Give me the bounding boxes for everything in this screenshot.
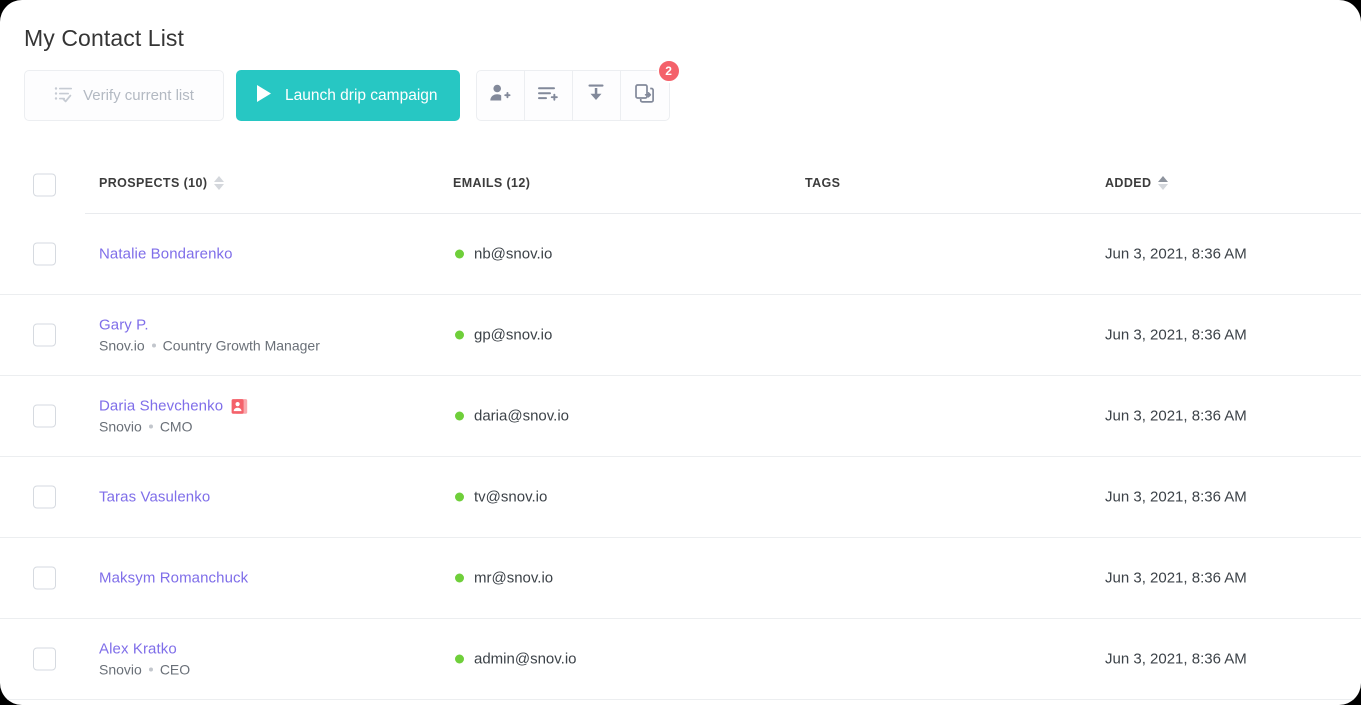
cell-email: mr@snov.io: [455, 570, 553, 587]
cell-added: Jun 3, 2021, 8:36 AM: [1105, 327, 1247, 344]
cell-prospect: Gary P. Snov.io Country Growth Manager: [99, 317, 320, 354]
separator-dot: [149, 668, 153, 672]
table-row: Gary P. Snov.io Country Growth Manager gp@s…: [0, 295, 1361, 376]
prospect-subtitle: Snovio CMO: [99, 419, 248, 435]
verify-current-list-button[interactable]: Verify current list: [24, 70, 224, 121]
prospect-company: Snovio: [99, 662, 142, 678]
row-checkbox[interactable]: [33, 567, 56, 590]
cell-email: gp@snov.io: [455, 327, 552, 344]
email-status-dot: [455, 331, 464, 340]
email-status-dot: [455, 250, 464, 259]
copy-to-list-button[interactable]: 2: [621, 71, 669, 120]
cell-added: Jun 3, 2021, 8:36 AM: [1105, 246, 1247, 263]
column-header-tags: TAGS: [805, 176, 840, 190]
prospect-name-link[interactable]: Daria Shevchenko: [99, 398, 223, 415]
email-address[interactable]: tv@snov.io: [474, 489, 547, 506]
email-address[interactable]: gp@snov.io: [474, 327, 552, 344]
table-row: Daria Shevchenko Snovio CMO daria@snov.io Ju…: [0, 376, 1361, 457]
column-header-tags-label: TAGS: [805, 176, 840, 190]
cell-prospect: Maksym Romanchuck: [99, 570, 248, 587]
table-row: Maksym Romanchuck mr@snov.io Jun 3, 2021, …: [0, 538, 1361, 619]
launch-drip-campaign-label: Launch drip campaign: [285, 87, 438, 105]
cell-prospect: Alex Kratko Snovio CEO: [99, 641, 190, 678]
cell-email: nb@snov.io: [455, 246, 552, 263]
table-row: Taras Vasulenko tv@snov.io Jun 3, 2021, 8:…: [0, 457, 1361, 538]
sort-icon-prospects[interactable]: [214, 176, 224, 190]
prospect-name-link[interactable]: Gary P.: [99, 317, 149, 334]
copy-to-list-icon: [634, 83, 655, 109]
table-body: Natalie Bondarenko nb@snov.io Jun 3, 2021,…: [0, 214, 1361, 700]
email-status-dot: [455, 412, 464, 421]
row-checkbox[interactable]: [33, 405, 56, 428]
add-to-list-icon: [537, 83, 559, 108]
column-header-added[interactable]: ADDED: [1105, 176, 1168, 190]
row-checkbox[interactable]: [33, 486, 56, 509]
email-address[interactable]: daria@snov.io: [474, 408, 569, 425]
launch-drip-campaign-button[interactable]: Launch drip campaign: [236, 70, 460, 121]
column-header-prospects-label: PROSPECTS (10): [99, 176, 207, 190]
cell-added: Jun 3, 2021, 8:36 AM: [1105, 570, 1247, 587]
add-prospect-icon: [489, 83, 511, 108]
prospect-position: Country Growth Manager: [163, 338, 320, 354]
prospect-subtitle: Snov.io Country Growth Manager: [99, 338, 320, 354]
bulk-actions-group: 2: [476, 70, 670, 121]
download-icon: [586, 83, 606, 108]
prospect-position: CEO: [160, 662, 190, 678]
select-all-checkbox[interactable]: [33, 173, 56, 196]
contact-list-card: My Contact List Verify current list: [0, 0, 1361, 705]
prospect-position: CMO: [160, 419, 193, 435]
cell-added: Jun 3, 2021, 8:36 AM: [1105, 408, 1247, 425]
column-header-prospects[interactable]: PROSPECTS (10): [99, 176, 224, 190]
column-header-added-label: ADDED: [1105, 176, 1151, 190]
email-address[interactable]: admin@snov.io: [474, 651, 577, 668]
column-header-emails-label: EMAILS (12): [453, 176, 530, 190]
prospect-name-link[interactable]: Natalie Bondarenko: [99, 246, 233, 263]
toolbar: Verify current list Launch drip campaign: [24, 70, 670, 121]
separator-dot: [152, 344, 156, 348]
row-checkbox[interactable]: [33, 324, 56, 347]
add-prospect-button[interactable]: [477, 71, 525, 120]
table-row: Natalie Bondarenko nb@snov.io Jun 3, 2021,…: [0, 214, 1361, 295]
prospect-name-link[interactable]: Taras Vasulenko: [99, 489, 210, 506]
cell-added: Jun 3, 2021, 8:36 AM: [1105, 651, 1247, 668]
cell-email: admin@snov.io: [455, 651, 577, 668]
email-status-dot: [455, 574, 464, 583]
list-check-icon: [54, 85, 73, 107]
cell-prospect: Daria Shevchenko Snovio CMO: [99, 398, 248, 435]
prospect-company: Snovio: [99, 419, 142, 435]
row-checkbox[interactable]: [33, 243, 56, 266]
prospects-table: PROSPECTS (10) EMAILS (12) TAGS ADDED Na…: [0, 155, 1361, 700]
email-status-dot: [455, 493, 464, 502]
download-button[interactable]: [573, 71, 621, 120]
prospect-name-link[interactable]: Alex Kratko: [99, 641, 177, 658]
table-header: PROSPECTS (10) EMAILS (12) TAGS ADDED: [0, 155, 1361, 214]
column-header-emails: EMAILS (12): [453, 176, 530, 190]
cell-prospect: Taras Vasulenko: [99, 489, 210, 506]
add-to-list-button[interactable]: [525, 71, 573, 120]
page-title: My Contact List: [24, 25, 184, 52]
email-address[interactable]: mr@snov.io: [474, 570, 553, 587]
prospect-company: Snov.io: [99, 338, 145, 354]
cell-email: tv@snov.io: [455, 489, 547, 506]
play-icon: [256, 84, 272, 108]
prospect-subtitle: Snovio CEO: [99, 662, 190, 678]
cell-email: daria@snov.io: [455, 408, 569, 425]
sort-icon-added[interactable]: [1158, 176, 1168, 190]
row-checkbox[interactable]: [33, 648, 56, 671]
verify-current-list-label: Verify current list: [83, 87, 194, 104]
bulk-actions-badge: 2: [657, 59, 681, 83]
unsubscribed-contact-icon: [231, 398, 248, 414]
table-row: Alex Kratko Snovio CEO admin@snov.io Jun 3, …: [0, 619, 1361, 700]
separator-dot: [149, 425, 153, 429]
email-address[interactable]: nb@snov.io: [474, 246, 552, 263]
email-status-dot: [455, 655, 464, 664]
prospect-name-link[interactable]: Maksym Romanchuck: [99, 570, 248, 587]
cell-added: Jun 3, 2021, 8:36 AM: [1105, 489, 1247, 506]
cell-prospect: Natalie Bondarenko: [99, 246, 233, 263]
